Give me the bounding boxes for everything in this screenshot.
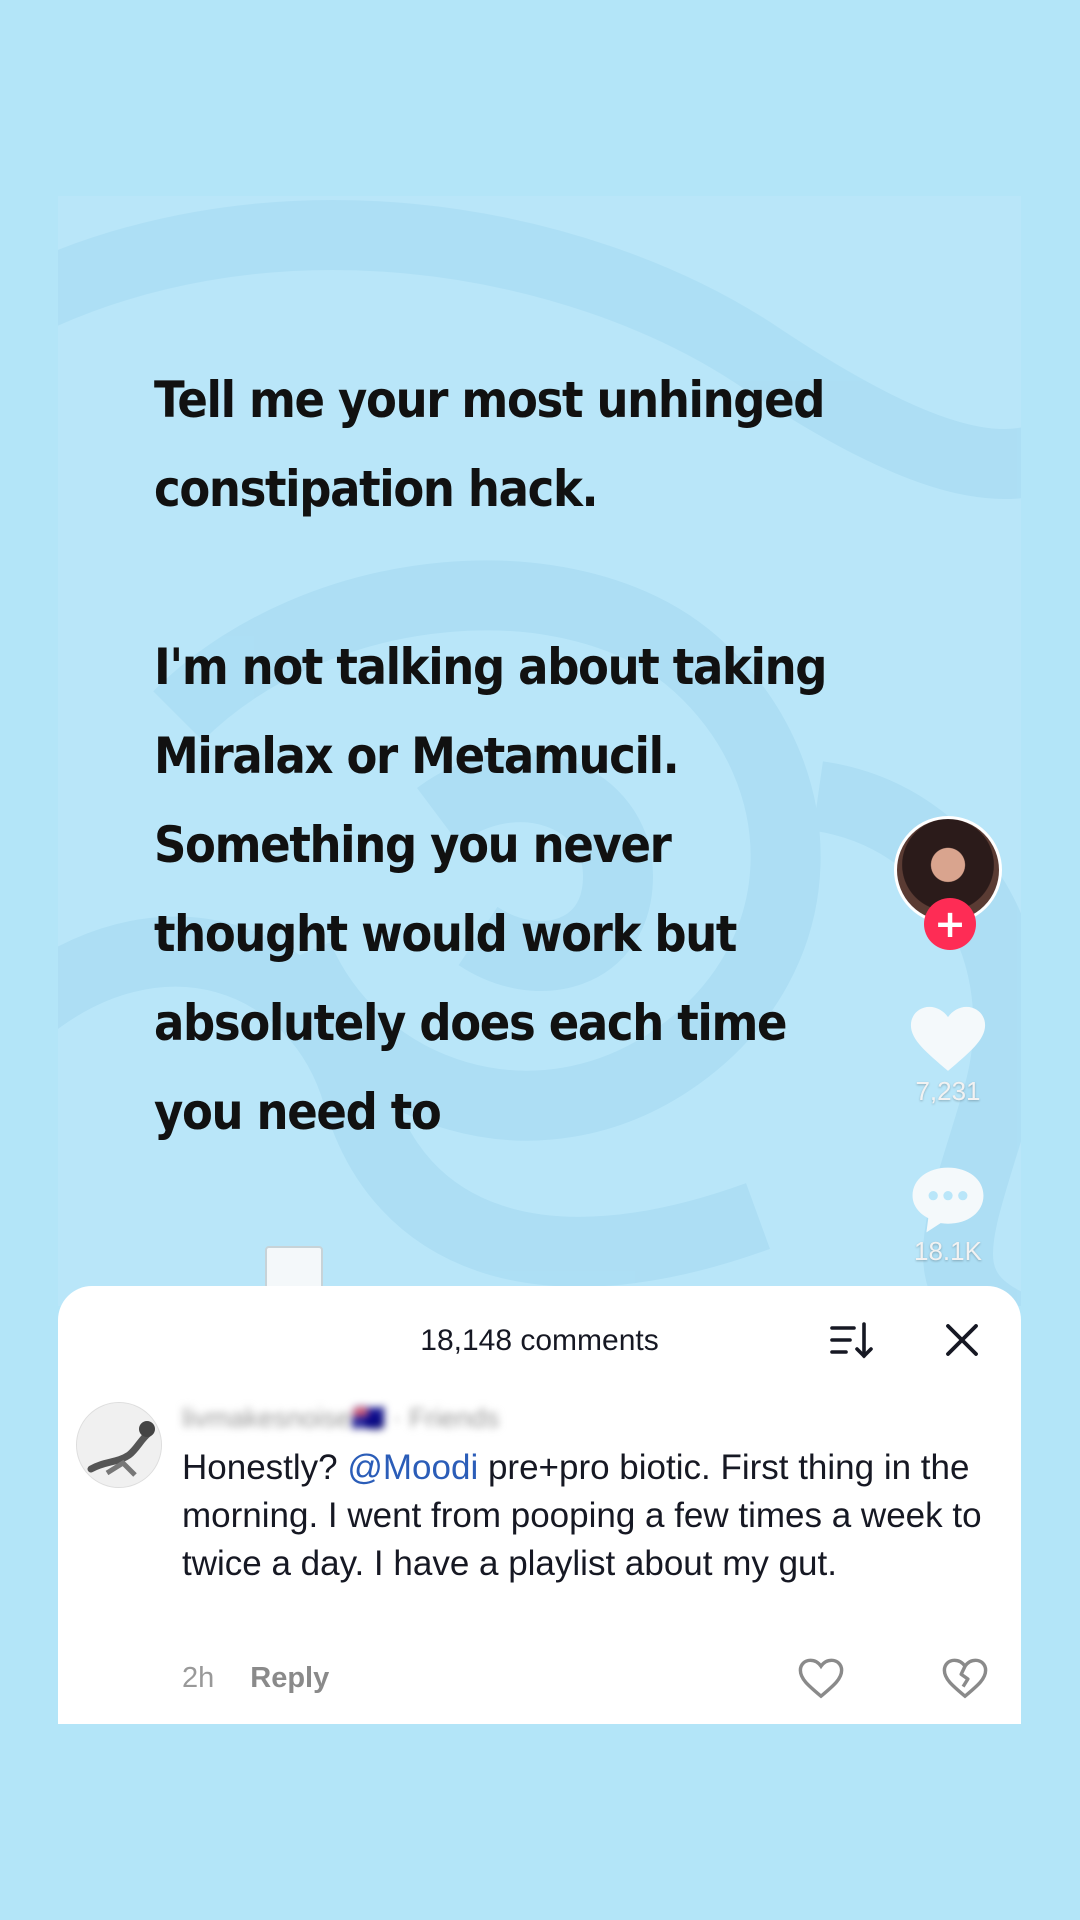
comment-button[interactable]: 18.1K — [894, 1166, 1002, 1267]
caption-line: Miralax or Metamucil. — [154, 727, 680, 785]
caption-line: you need to — [154, 1083, 442, 1141]
comments-count-title: 18,148 comments — [420, 1324, 659, 1357]
comment-text-before: Honestly? — [182, 1448, 348, 1487]
commenter-avatar[interactable] — [76, 1402, 162, 1488]
caption-line: Tell me your most unhinged — [154, 371, 826, 429]
caption-line: constipation hack. — [154, 460, 599, 518]
like-count: 7,231 — [915, 1076, 981, 1106]
like-button[interactable]: 7,231 — [894, 1006, 1002, 1107]
close-icon[interactable] — [938, 1316, 986, 1364]
comments-sheet: 18,148 comments livmakesnoise🇦🇺 · Friend… — [58, 1286, 1021, 1724]
reply-button[interactable]: Reply — [250, 1662, 329, 1694]
video-caption: Tell me your most unhinged constipation … — [154, 356, 828, 1157]
caption-line — [154, 534, 802, 623]
comment-time: 2h — [182, 1662, 215, 1694]
follow-button[interactable]: + — [924, 898, 976, 950]
video-frame: Tell me your most unhinged constipation … — [58, 196, 1021, 1724]
comment-heart-icon[interactable] — [798, 1658, 844, 1700]
commenter-photo — [77, 1403, 161, 1487]
comment-count: 18.1K — [914, 1236, 982, 1266]
sort-icon[interactable] — [828, 1316, 876, 1364]
mention-link[interactable]: @Moodi — [347, 1448, 478, 1487]
heart-icon — [910, 1006, 986, 1071]
caption-line: absolutely does each time — [154, 994, 788, 1052]
comment-body: Honestly? @Moodi pre+pro biotic. First t… — [182, 1444, 982, 1588]
comment-bubble-icon — [912, 1167, 984, 1233]
caption-line: I'm not talking about taking — [154, 638, 828, 696]
creator-avatar-group[interactable]: + — [894, 816, 1002, 950]
caption-line: Something you never — [154, 816, 672, 874]
video-player[interactable]: Tell me your most unhinged constipation … — [58, 196, 1021, 1306]
dislike-icon[interactable] — [942, 1658, 988, 1700]
comment-meta: 2h Reply — [182, 1662, 329, 1695]
commenter-username[interactable]: livmakesnoise🇦🇺 · Friends — [182, 1402, 499, 1434]
caption-line: thought would work but — [154, 905, 737, 963]
